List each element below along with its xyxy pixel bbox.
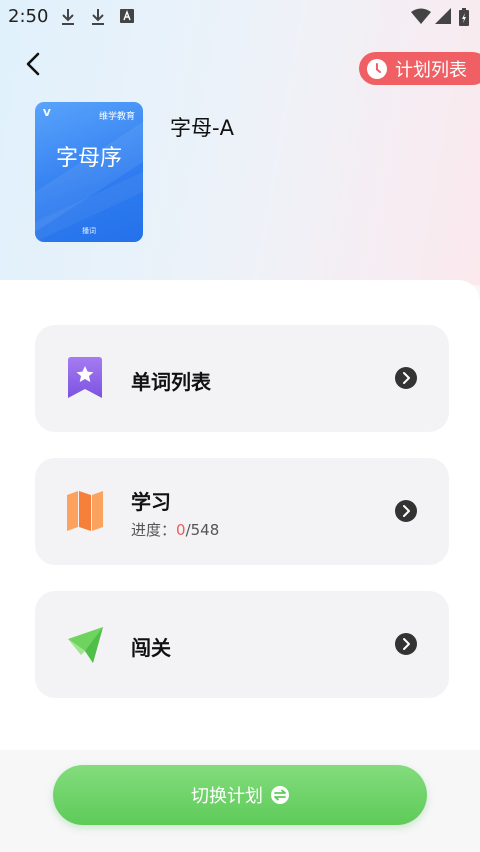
book-cover: V 维学教育 字母序 播词 (35, 102, 143, 242)
cover-subtitle: 播词 (82, 227, 96, 235)
text-a-icon (120, 9, 134, 23)
cover-pattern (35, 122, 143, 242)
clock-icon (367, 58, 387, 79)
wifi-icon (411, 8, 431, 24)
plan-list-label: 计划列表 (395, 59, 467, 81)
progress-current: 0 (176, 521, 186, 539)
cover-title: 字母序 (55, 146, 122, 171)
word-list-label: 单词列表 (131, 370, 211, 394)
switch-plan-button[interactable]: 切换计划 (53, 765, 427, 825)
progress-total: 548 (190, 521, 220, 539)
word-list-card[interactable]: 单词列表 (35, 325, 449, 432)
progress-prefix: 进度： (131, 521, 177, 539)
paper-plane-icon (68, 627, 103, 663)
status-bar: 2:50 (0, 0, 480, 34)
battery-icon (459, 8, 469, 26)
study-card[interactable]: 学习 进度：0/548 (35, 458, 449, 565)
cover-brand: 维学教育 (98, 112, 135, 122)
chevron-right-icon (395, 633, 417, 655)
chevron-right-icon (395, 367, 417, 389)
download-icon (62, 9, 74, 25)
download-icon (92, 9, 104, 25)
chevron-right-icon (395, 500, 417, 522)
switch-plan-label: 切换计划 (191, 786, 263, 807)
menu-panel: 单词列表 学习 进度：0/548 闯关 (0, 280, 480, 750)
back-arrow-icon[interactable] (20, 50, 48, 78)
study-label: 学习 (131, 490, 171, 514)
book-title: 字母-A (170, 116, 234, 140)
status-time: 2:50 (8, 6, 49, 27)
bottom-bar: 切换计划 (0, 750, 480, 852)
study-progress: 进度：0/548 (131, 519, 219, 540)
challenge-card[interactable]: 闯关 (35, 591, 449, 698)
swap-icon (271, 786, 289, 804)
bookmark-star-icon (68, 357, 102, 398)
challenge-label: 闯关 (131, 636, 171, 660)
book-map-icon (67, 491, 103, 531)
cover-logo-mark: V (43, 108, 51, 119)
signal-icon (435, 8, 451, 24)
plan-list-button[interactable]: 计划列表 (359, 52, 480, 85)
